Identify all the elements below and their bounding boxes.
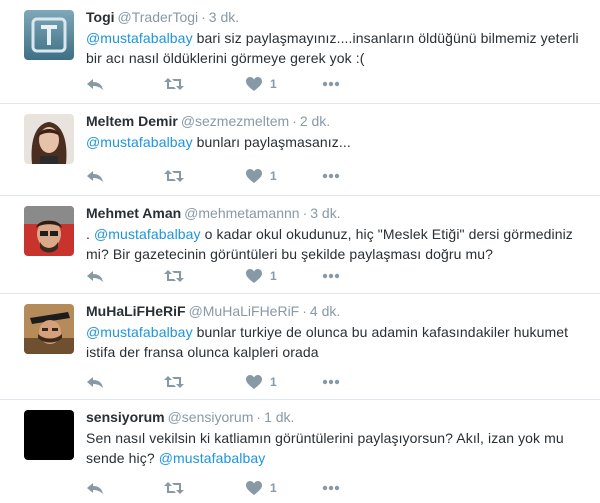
separator-dot: · (201, 9, 206, 25)
reply-icon (87, 171, 103, 182)
tweet-timestamp[interactable]: 3 dk. (310, 205, 340, 221)
mention-link[interactable]: @mustafabalbay (159, 450, 266, 466)
reply-icon (87, 271, 103, 282)
tweet[interactable]: Togi @TraderTogi · 3 dk. @mustafabalbay bar… (0, 0, 600, 104)
tweet-timestamp[interactable]: 3 dk. (209, 9, 239, 25)
heart-icon (246, 269, 262, 283)
like-count: 1 (270, 375, 277, 389)
retweet-button[interactable] (164, 74, 184, 94)
separator-dot: · (256, 409, 262, 425)
tweet-author-handle[interactable]: @sensiyorum (168, 409, 254, 425)
tweet-timestamp[interactable]: 1 dk. (264, 409, 294, 425)
separator-dot: · (302, 303, 307, 319)
tweet-author-name[interactable]: Mehmet Aman (86, 205, 181, 221)
like-count: 1 (270, 269, 277, 283)
tweet-author-handle[interactable]: @sezmezmeltem (181, 113, 289, 129)
more-icon (322, 379, 340, 385)
tweet-text-prefix: Sen nasıl vekilsin ki katliamın görüntül… (86, 430, 564, 466)
reply-icon (87, 79, 103, 90)
retweet-icon (164, 376, 184, 388)
more-button[interactable] (322, 74, 340, 94)
retweet-icon (164, 78, 184, 90)
reply-icon (87, 377, 103, 388)
more-icon (322, 273, 340, 279)
mention-link[interactable]: @mustafabalbay (94, 226, 201, 242)
avatar[interactable] (24, 114, 74, 164)
tweet-timestamp[interactable]: 2 dk. (300, 113, 330, 129)
like-button[interactable]: 1 (246, 266, 277, 286)
mention-link[interactable]: @mustafabalbay (86, 134, 193, 150)
retweet-icon (164, 270, 184, 282)
retweet-button[interactable] (164, 266, 184, 286)
more-button[interactable] (322, 372, 340, 392)
heart-icon (246, 77, 262, 91)
like-button[interactable]: 1 (246, 74, 277, 94)
heart-icon (246, 481, 262, 495)
tweet-text: @mustafabalbay bunlar turkiye de olunca … (86, 322, 586, 362)
reply-button[interactable] (86, 266, 104, 286)
tweet-author-name[interactable]: MuHaLiFHeRiF (86, 303, 186, 319)
retweet-icon (164, 170, 184, 182)
avatar[interactable] (24, 304, 74, 354)
like-button[interactable]: 1 (246, 372, 277, 392)
avatar[interactable] (24, 206, 74, 256)
tweet-timeline: Togi @TraderTogi · 3 dk. @mustafabalbay bar… (0, 0, 600, 503)
tweet-author-name[interactable]: Togi (86, 9, 115, 25)
tweet-text: Sen nasıl vekilsin ki katliamın görüntül… (86, 428, 586, 468)
tweet-author-handle[interactable]: @TraderTogi (118, 9, 199, 25)
retweet-icon (164, 482, 184, 494)
avatar[interactable] (24, 10, 74, 60)
tweet-text-body: bunları paylaşmasanız... (192, 134, 351, 150)
reply-button[interactable] (86, 478, 104, 498)
tweet-author-handle[interactable]: @MuHaLiFHeRiF (189, 303, 300, 319)
more-button[interactable] (322, 266, 340, 286)
tweet[interactable]: Mehmet Aman @mehmetamannn · 3 dk. . @mustaf… (0, 196, 600, 294)
tweet[interactable]: MuHaLiFHeRiF @MuHaLiFHeRiF · 4 dk. @mustafa… (0, 294, 600, 400)
reply-icon (87, 483, 103, 494)
mention-link[interactable]: @mustafabalbay (86, 30, 193, 46)
tweet-text-prefix: . (86, 226, 94, 242)
heart-icon (246, 169, 262, 183)
tweet-author-handle[interactable]: @mehmetamannn (184, 205, 299, 221)
avatar-image (24, 206, 74, 256)
tweet-author-name[interactable]: sensiyorum (86, 409, 165, 425)
tweet[interactable]: Meltem Demir @sezmezmeltem · 2 dk. @mustafa… (0, 104, 600, 196)
like-count: 1 (270, 77, 277, 91)
mention-link[interactable]: @mustafabalbay (86, 324, 193, 340)
avatar-image (24, 410, 74, 460)
more-icon (322, 81, 340, 87)
reply-button[interactable] (86, 372, 104, 392)
tweet-timestamp[interactable]: 4 dk. (310, 303, 340, 319)
tweet-author-name[interactable]: Meltem Demir (86, 113, 178, 129)
avatar[interactable] (24, 410, 74, 460)
retweet-button[interactable] (164, 166, 184, 186)
retweet-button[interactable] (164, 372, 184, 392)
avatar-image (24, 114, 74, 164)
avatar-image (24, 304, 74, 354)
like-button[interactable]: 1 (246, 166, 277, 186)
heart-icon (246, 375, 262, 389)
separator-dot: · (302, 205, 308, 221)
like-count: 1 (270, 169, 277, 183)
like-count: 1 (270, 481, 277, 495)
like-button[interactable]: 1 (246, 478, 277, 498)
tweet-text: @mustafabalbay bunları paylaşmasanız... (86, 132, 586, 152)
reply-button[interactable] (86, 166, 104, 186)
more-icon (322, 485, 340, 491)
tweet-text: . @mustafabalbay o kadar okul okudunuz, … (86, 224, 586, 264)
reply-button[interactable] (86, 74, 104, 94)
avatar-image (24, 10, 74, 60)
more-button[interactable] (322, 478, 340, 498)
tweet-text: @mustafabalbay bari siz paylaşmayınız...… (86, 28, 586, 68)
tweet[interactable]: sensiyorum @sensiyorum · 1 dk. Sen nasıl ve… (0, 400, 600, 503)
separator-dot: · (292, 113, 297, 129)
more-button[interactable] (322, 166, 340, 186)
more-icon (322, 173, 340, 179)
retweet-button[interactable] (164, 478, 184, 498)
